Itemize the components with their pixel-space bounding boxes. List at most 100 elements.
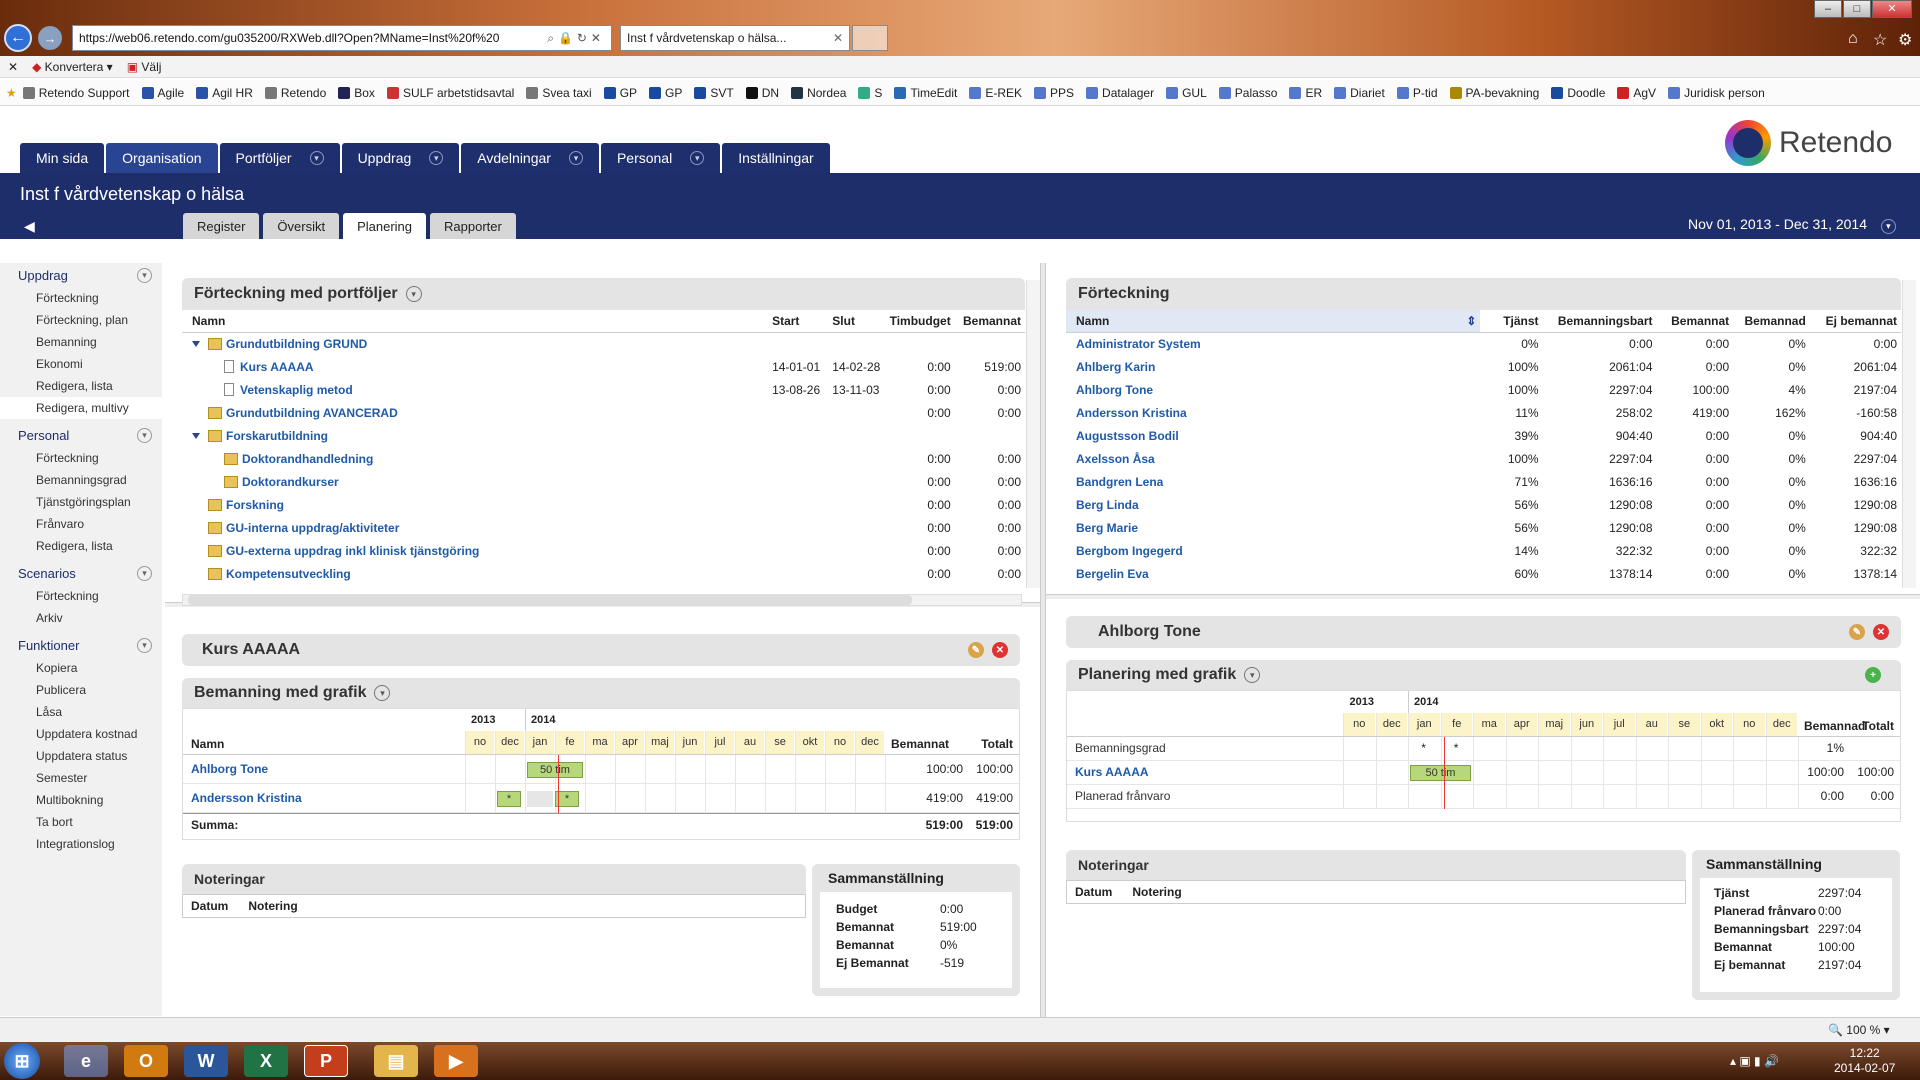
favorite-link[interactable]: SULF arbetstidsavtal [386,86,514,100]
table-row[interactable]: Kurs AAAAA 14-01-01 14-02-28 0:00 519:00 [182,355,1025,378]
maximize-icon[interactable]: □ [1843,0,1871,18]
tree-node[interactable]: GU-externa uppdrag inkl klinisk tjänstgö… [182,539,768,562]
nav-tab-3[interactable]: Uppdrag ▾ [341,143,460,173]
start-button[interactable]: ⊞ [4,1043,40,1079]
clock[interactable]: 12:22 2014-02-07 [1834,1046,1895,1076]
gantt-row[interactable]: Ahlborg Tone 50 tim 100:00 100:00 [183,755,1019,784]
table-row[interactable]: Administrator System 0% 0:00 0:00 0% 0:00 [1066,332,1901,355]
edit-icon[interactable]: ✎ [968,642,984,658]
nav-tab-1[interactable]: Organisation [106,143,218,173]
sidebar-section-header[interactable]: Uppdrag ▾ [0,263,162,287]
staff-name-link[interactable]: Bergbom Ingegerd [1066,539,1480,562]
add-icon[interactable]: + [1865,667,1881,683]
pane-splitter[interactable] [1040,263,1046,1017]
column-header[interactable]: Bemannad [1733,310,1810,333]
table-row[interactable]: Bandgren Lena 71% 1636:16 0:00 0% 1636:16 [1066,470,1901,493]
column-header[interactable]: Slut [828,310,885,333]
favorite-link[interactable]: E-REK [969,86,1022,100]
expand-icon[interactable] [192,340,200,347]
column-header[interactable]: Ej bemannat [1809,310,1901,333]
hsplitter-right[interactable] [1046,594,1920,599]
delete-icon[interactable]: ✕ [1873,624,1889,640]
favorite-link[interactable]: S [858,86,882,100]
gantt-row[interactable]: Andersson Kristina * * 419:00 419:00 [183,784,1019,813]
staff-name-link[interactable]: Ahlborg Tone [1066,378,1480,401]
sidebar-section-header[interactable]: Scenarios ▾ [0,561,162,585]
portfolio-scrollbar[interactable] [1026,280,1040,588]
staff-name-link[interactable]: Berg Linda [1066,493,1480,516]
chevron-down-icon[interactable]: ▾ [137,427,152,443]
sort-icon[interactable]: ⇕ [1466,314,1476,328]
home-icon[interactable]: ⌂ [1848,30,1858,48]
subtab-1[interactable]: Översikt [263,213,340,239]
favorite-link[interactable]: GP [603,86,637,100]
gantt-bar[interactable]: 50 tim [527,761,583,778]
chevron-down-icon[interactable]: ▾ [1244,667,1261,683]
new-tab-button[interactable] [852,25,888,51]
table-row[interactable]: Grundutbildning AVANCERAD 0:00 0:00 [182,401,1025,424]
tree-node[interactable]: Kompetensutveckling [182,562,768,585]
chevron-down-icon[interactable]: ▾ [137,637,152,653]
tree-node[interactable]: Grundutbildning GRUND [182,332,768,355]
close-icon[interactable]: ✕ [833,31,843,45]
sidebar-item[interactable]: Integrationslog [0,833,162,855]
favorite-link[interactable]: TimeEdit [894,86,957,100]
sidebar-item[interactable]: Bemanning [0,331,162,353]
subtab-2[interactable]: Planering [343,213,427,239]
back-arrow-icon[interactable]: ◀ [24,218,35,235]
sidebar-item[interactable]: Multibokning [0,789,162,811]
gantt-row[interactable]: Planerad frånvaro 0:00 0:00 [1067,785,1900,809]
gantt-row-name[interactable]: Ahlborg Tone [191,762,268,776]
table-row[interactable]: Bergbom Ingegerd 14% 322:32 0:00 0% 322:32 [1066,539,1901,562]
tree-node[interactable]: Vetenskaplig metod [182,378,768,401]
date-range[interactable]: Nov 01, 2013 - Dec 31, 2014 ▾ [1688,216,1896,234]
staff-name-link[interactable]: Ahlberg Karin [1066,355,1480,378]
subtab-3[interactable]: Rapporter [430,213,516,239]
tree-node[interactable]: GU-interna uppdrag/aktiviteter [182,516,768,539]
column-header[interactable]: Start [768,310,829,333]
staff-name-link[interactable]: Axelsson Åsa [1066,447,1480,470]
sidebar-item[interactable]: Redigera, lista [0,535,162,557]
staff-name-link[interactable]: Bergelin Eva [1066,562,1480,585]
word-taskbar-icon[interactable]: W [184,1045,228,1077]
staff-name-link[interactable]: Bandgren Lena [1066,470,1480,493]
gantt-row[interactable]: Kurs AAAAA 50 tim 100:00 100:00 [1067,761,1900,785]
konvertera-button[interactable]: ◆ Konvertera ▾ [32,60,113,74]
table-row[interactable]: Berg Linda 56% 1290:08 0:00 0% 1290:08 [1066,493,1901,516]
tree-node[interactable]: Forskning [182,493,768,516]
sidebar-item[interactable]: Ta bort [0,811,162,833]
favorite-link[interactable]: Nordea [791,86,846,100]
ie-taskbar-icon[interactable]: e [64,1045,108,1077]
powerpoint-taskbar-icon[interactable]: P [304,1045,348,1077]
table-row[interactable]: Ahlberg Karin 100% 2061:04 0:00 0% 2061:04 [1066,355,1901,378]
column-header[interactable]: Namn [182,310,769,333]
tree-node[interactable]: Grundutbildning AVANCERAD [182,401,768,424]
favorite-link[interactable]: Diariet [1334,86,1385,100]
favorite-link[interactable]: SVT [694,86,734,100]
chevron-down-icon[interactable]: ▾ [137,565,152,581]
column-header[interactable]: Timbudget [884,310,955,333]
explorer-taskbar-icon[interactable]: ▤ [374,1045,418,1077]
column-header[interactable]: Bemannat [1656,310,1734,333]
favorite-link[interactable]: AgV [1617,86,1656,100]
gantt-row[interactable]: Bemanningsgrad * * 1% [1067,737,1900,761]
favorite-link[interactable]: ER [1289,86,1322,100]
sidebar-item[interactable]: Förteckning [0,287,162,309]
close-toolbar-icon[interactable]: ✕ [8,60,18,74]
table-row[interactable]: Vetenskaplig metod 13-08-26 13-11-03 0:00 0:… [182,378,1025,401]
sidebar-item[interactable]: Uppdatera kostnad [0,723,162,745]
tree-node[interactable]: Kurs AAAAA [182,355,768,378]
favorite-link[interactable]: Agil HR [196,86,253,100]
table-row[interactable]: Grundutbildning GRUND [182,332,1025,355]
staff-name-link[interactable]: Augustsson Bodil [1066,424,1480,447]
address-bar[interactable]: https://web06.retendo.com/gu035200/RXWeb… [72,25,612,51]
sidebar-item[interactable]: Publicera [0,679,162,701]
table-row[interactable]: Axelsson Åsa 100% 2297:04 0:00 0% 2297:04 [1066,447,1901,470]
outlook-taskbar-icon[interactable]: O [124,1045,168,1077]
tree-node[interactable]: Doktorandhandledning [182,447,768,470]
gantt-row-name[interactable]: Andersson Kristina [191,791,302,805]
chevron-down-icon[interactable]: ▾ [690,151,705,165]
edit-icon[interactable]: ✎ [1849,624,1865,640]
favorite-link[interactable]: Retendo Support [22,86,130,100]
table-row[interactable]: Ahlborg Tone 100% 2297:04 100:00 4% 2197:04 [1066,378,1901,401]
